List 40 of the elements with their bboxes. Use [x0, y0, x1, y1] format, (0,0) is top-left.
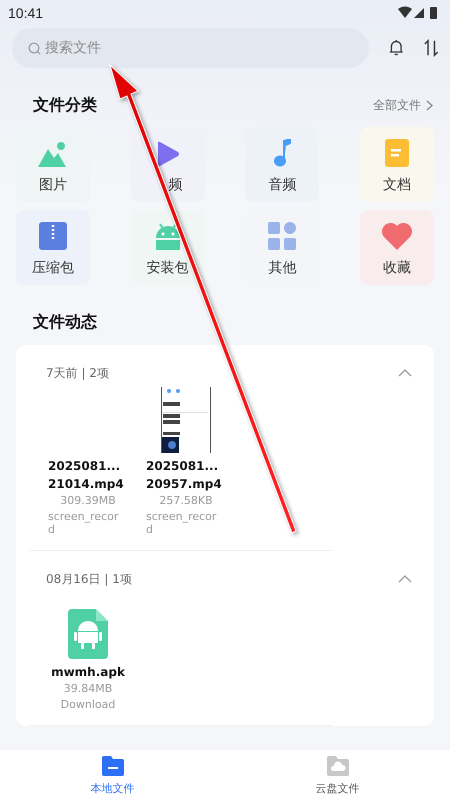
category-tile[interactable]: 文档 — [360, 127, 434, 202]
search-icon — [28, 42, 41, 54]
nav-tab[interactable]: 本地文件 — [0, 750, 225, 800]
all-files-link[interactable]: 全部文件 — [373, 96, 433, 114]
file-folder: screen_recor d — [48, 510, 118, 536]
nav-tab[interactable]: 云盘文件 — [225, 750, 450, 800]
section-title: 文件动态 — [33, 312, 97, 332]
file-size: 257.58KB — [159, 494, 213, 507]
music-note-icon — [273, 139, 292, 167]
file-size: 309.39MB — [60, 494, 116, 507]
file-name[interactable]: mwmh.apk — [51, 663, 125, 681]
section-title: 文件分类 — [33, 94, 97, 116]
folder-icon — [102, 756, 124, 776]
mountain-icon — [38, 141, 68, 167]
document-icon — [384, 139, 409, 167]
category-tile[interactable]: 收藏 — [360, 210, 434, 285]
status-time: 10:41 — [8, 4, 44, 20]
file-name[interactable]: 2025081... 20957.mp4 — [146, 457, 222, 493]
grid-icon — [268, 222, 296, 250]
group-header: 08月16日 | 1项 — [46, 570, 132, 588]
android-icon — [154, 222, 182, 250]
heart-icon — [380, 222, 413, 250]
apk-file-icon — [68, 609, 108, 659]
file-name[interactable]: 2025081... 21014.mp4 — [48, 457, 124, 493]
category-tile[interactable]: 压缩包 — [16, 210, 90, 285]
folder-icon — [326, 756, 348, 776]
chevron-up-icon[interactable] — [398, 575, 412, 583]
category-tile[interactable]: 音频 — [245, 127, 320, 202]
category-tile[interactable]: 安装包 — [130, 210, 205, 285]
chevron-up-icon[interactable] — [398, 369, 412, 377]
zip-archive-icon — [39, 222, 67, 250]
chevron-right-icon — [426, 100, 433, 110]
file-folder: screen_recor d — [146, 510, 216, 536]
status-icons — [398, 6, 440, 20]
play-icon — [156, 141, 180, 167]
group-header: 7天前 | 2项 — [46, 364, 109, 382]
category-tile[interactable]: 图片 — [16, 127, 90, 202]
file-folder: Download — [60, 698, 116, 711]
sort-icon[interactable] — [424, 38, 438, 58]
file-size: 39.84MB — [64, 682, 112, 695]
